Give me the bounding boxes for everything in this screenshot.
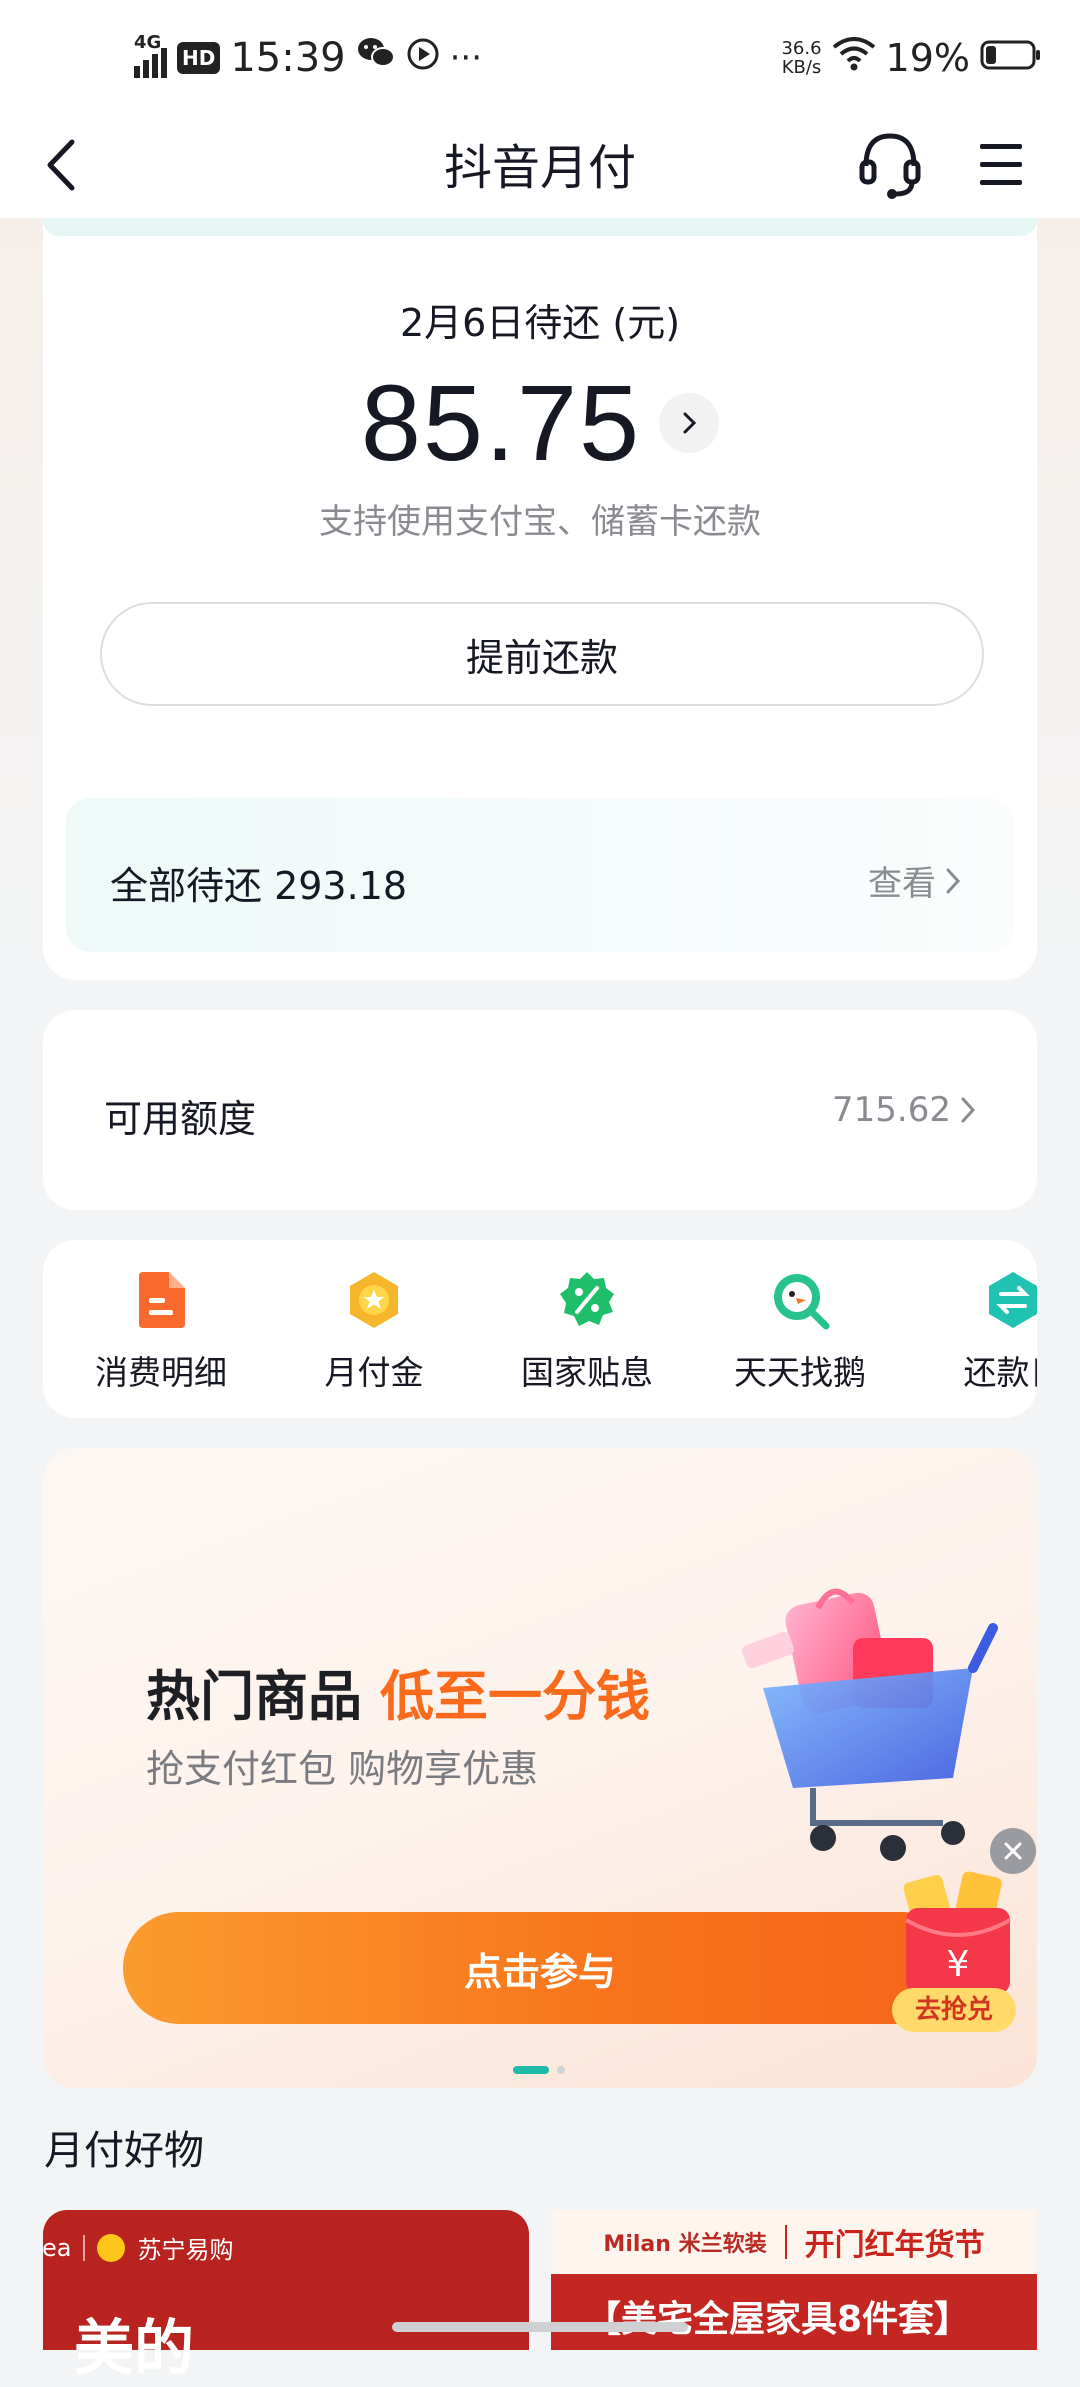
due-amount-row[interactable]: 85.75 bbox=[0, 360, 1080, 485]
shortcut-consumption-details[interactable]: 消费明细 bbox=[61, 1270, 261, 1394]
due-amount: 85.75 bbox=[360, 362, 642, 483]
shortcut-label: 国家贴息 bbox=[521, 1353, 653, 1392]
hd-badge: HD bbox=[177, 42, 221, 74]
signal-icon: 4G bbox=[134, 32, 167, 78]
section-title-monthly-goods: 月付好物 bbox=[44, 2128, 204, 2174]
banner-title-main: 热门商品 bbox=[146, 1665, 362, 1728]
red-packet-icon: ¥ bbox=[903, 1871, 1011, 1994]
card-top-accent bbox=[43, 218, 1037, 236]
shopping-cart-illustration bbox=[742, 1588, 998, 1861]
net-speed-value: 36.6 bbox=[781, 38, 822, 59]
banner-subtitle: 抢支付红包 购物享优惠 bbox=[146, 1747, 539, 1791]
pagination-dot bbox=[557, 2066, 565, 2074]
chevron-right-icon bbox=[961, 1097, 975, 1123]
network-type: 4G bbox=[134, 32, 162, 53]
join-button[interactable]: 点击参与 bbox=[123, 1912, 957, 2024]
battery-percent: 19% bbox=[885, 36, 970, 80]
percent-badge-icon bbox=[557, 1270, 617, 1330]
shortcut-repayment-day[interactable]: 还款日 bbox=[913, 1270, 1037, 1394]
product-card-2-slogan: 开门红年货节 bbox=[804, 2228, 985, 2263]
divider bbox=[784, 2225, 787, 2259]
more-notifications: ··· bbox=[449, 38, 483, 78]
product-card-1-prefix: ea bbox=[42, 2233, 72, 2262]
shortcut-find-goose[interactable]: 天天找鹅 bbox=[700, 1270, 900, 1394]
view-link-label: 查看 bbox=[868, 864, 936, 904]
shortcut-label: 消费明细 bbox=[95, 1353, 227, 1392]
product-card-1-title: 美的 bbox=[74, 2314, 194, 2384]
status-left: 4G HD 15:39 ··· bbox=[134, 30, 482, 86]
due-date-title: 2月6日待还 (元) bbox=[399, 301, 681, 345]
quota-value: 715.62 bbox=[832, 1090, 979, 1130]
wifi-icon bbox=[832, 36, 876, 80]
product-card-2-header: Milan 米兰软装 开门红年货节 bbox=[551, 2210, 1037, 2274]
close-icon bbox=[1004, 1842, 1022, 1860]
home-indicator[interactable] bbox=[392, 2322, 688, 2332]
suning-logo-icon bbox=[97, 2233, 126, 2262]
status-time: 15:39 bbox=[230, 35, 346, 81]
shortcut-label: 还款日 bbox=[963, 1353, 1038, 1392]
banner-title: 热门商品 低至一分钱 bbox=[146, 1652, 650, 1731]
divider bbox=[83, 2234, 86, 2261]
battery-icon bbox=[980, 36, 1042, 80]
pagination-dot-active bbox=[513, 2066, 549, 2074]
shortcut-monthly-gold[interactable]: 月付金 bbox=[274, 1270, 474, 1394]
quota-amount: 715.62 bbox=[832, 1090, 951, 1130]
view-all-due-link[interactable]: 查看 bbox=[868, 856, 964, 905]
net-speed: 36.6 KB/s bbox=[781, 39, 821, 77]
star-badge-icon bbox=[344, 1270, 404, 1330]
shortcut-label: 月付金 bbox=[324, 1353, 424, 1392]
product-card-1-header: ea 苏宁易购 bbox=[42, 2230, 234, 2265]
play-icon bbox=[406, 35, 440, 81]
all-due-label: 全部待还 293.18 bbox=[110, 864, 408, 908]
chevron-right-icon bbox=[946, 868, 961, 893]
red-packet-symbol: ¥ bbox=[947, 1944, 970, 1985]
customer-service-button[interactable] bbox=[858, 128, 922, 202]
shortcut-national-subsidy[interactable]: 国家贴息 bbox=[487, 1270, 687, 1394]
wechat-icon bbox=[356, 35, 396, 81]
status-right: 36.6 KB/s 19% bbox=[781, 30, 1042, 86]
menu-button[interactable] bbox=[978, 136, 1026, 192]
goose-search-icon bbox=[770, 1270, 830, 1330]
red-packet-label: 去抢兑 bbox=[892, 1988, 1016, 2032]
shortcut-label: 天天找鹅 bbox=[734, 1353, 866, 1392]
document-icon bbox=[131, 1270, 191, 1330]
product-card-2-brand: Milan 米兰软装 bbox=[603, 2232, 767, 2257]
prepay-button[interactable]: 提前还款 bbox=[100, 602, 984, 706]
net-speed-unit: KB/s bbox=[781, 57, 822, 78]
chevron-right-icon bbox=[683, 412, 697, 433]
banner-title-highlight: 低至一分钱 bbox=[380, 1665, 650, 1728]
product-card-2-title: 【美宅全屋家具8件套】 bbox=[585, 2299, 971, 2340]
repay-methods-note: 支持使用支付宝、储蓄卡还款 bbox=[319, 502, 761, 542]
hamburger-menu-icon bbox=[980, 144, 1022, 185]
product-card-1-brand: 苏宁易购 bbox=[137, 2236, 234, 2264]
shortcuts-card: 消费明细 月付金 国家贴息 天天找鹅 还款日 bbox=[43, 1240, 1037, 1418]
headset-icon bbox=[859, 133, 921, 199]
amount-detail-button[interactable] bbox=[659, 392, 720, 453]
exchange-icon bbox=[983, 1270, 1037, 1330]
banner-pagination bbox=[513, 2066, 565, 2074]
quota-label: 可用额度 bbox=[104, 1097, 257, 1141]
